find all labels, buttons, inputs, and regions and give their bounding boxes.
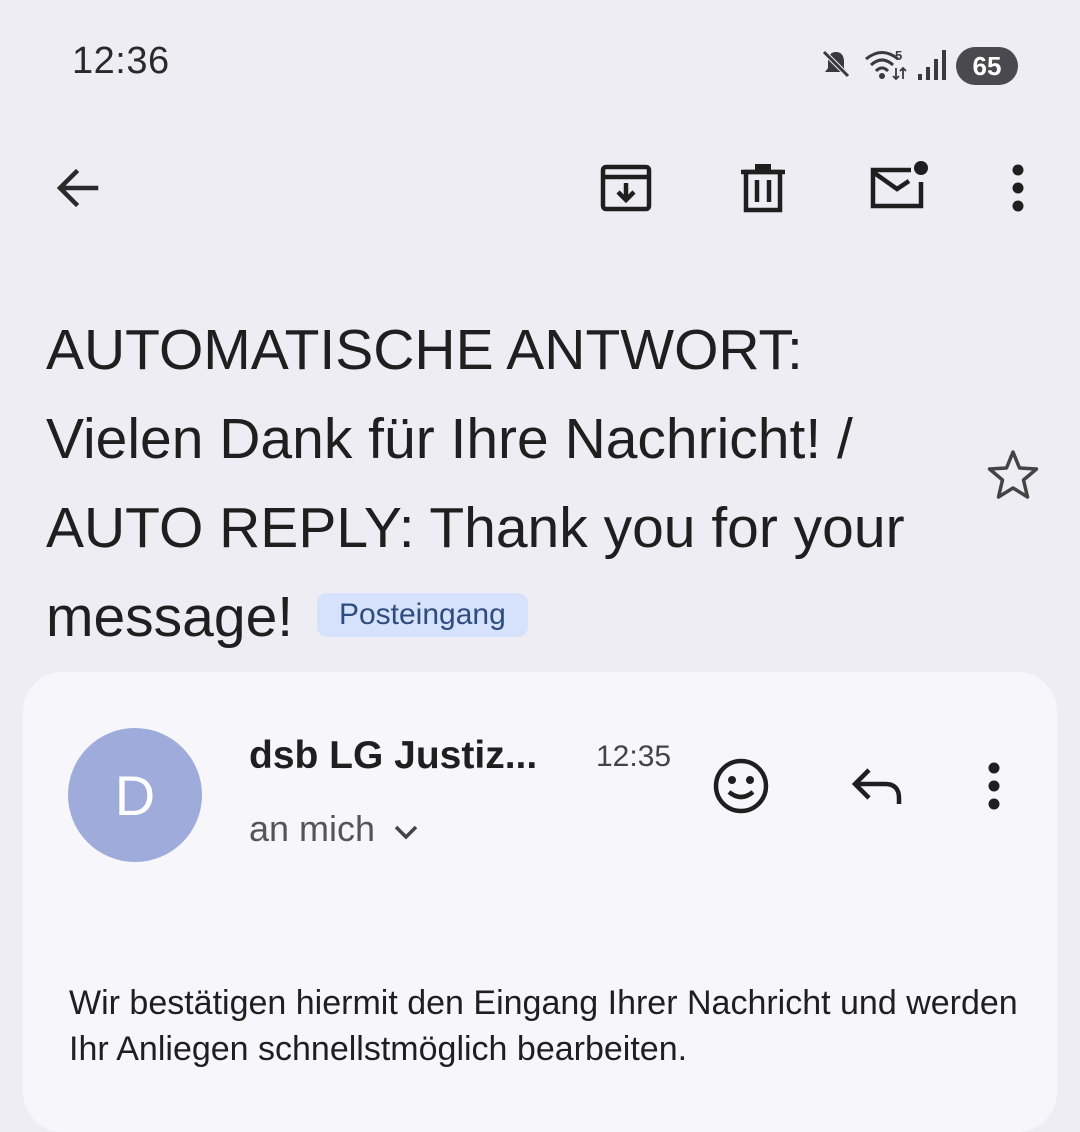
message-more-icon[interactable] [958,750,1030,822]
back-arrow-icon[interactable] [42,152,114,224]
signal-icon [916,46,948,87]
recipient-label: an mich [249,808,376,849]
svg-text:5: 5 [895,48,902,63]
status-time: 12:36 [72,40,170,82]
message-body: Wir bestätigen hiermit den Eingang Ihrer… [69,984,1018,1068]
emoji-reaction-icon[interactable] [705,750,777,822]
avatar[interactable]: D [68,728,202,862]
sender-name[interactable]: dsb LG Justiz... [249,734,569,778]
message-card: D dsb LG Justiz... 12:35 an mich Wir bes [23,672,1057,1132]
chevron-down-icon[interactable] [393,808,419,850]
message-time: 12:35 [596,740,672,773]
delete-icon[interactable] [727,152,799,224]
status-icons: 5 65 [818,44,1018,88]
mark-unread-icon[interactable] [862,152,934,224]
email-subject: AUTOMATISCHE ANTWORT: Vielen Dank für Ih… [46,306,966,662]
wifi-icon: 5 [862,46,908,87]
archive-icon[interactable] [590,152,662,224]
mute-icon [818,46,854,87]
star-icon[interactable] [982,445,1044,507]
inbox-label-chip[interactable]: Posteingang [316,593,528,637]
recipient-details[interactable]: an mich [249,808,419,850]
reply-icon[interactable] [841,750,913,822]
status-bar: 12:36 5 65 [0,0,1080,130]
battery-icon: 65 [956,47,1018,85]
more-vert-icon[interactable] [982,152,1054,224]
